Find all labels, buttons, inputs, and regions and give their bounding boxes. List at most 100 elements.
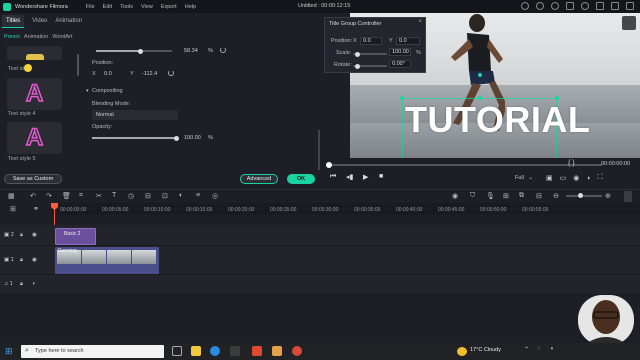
- visibility-icon[interactable]: ◉: [32, 257, 37, 263]
- tgc-close-icon[interactable]: ×: [418, 19, 422, 25]
- title-clip[interactable]: Basic 2: [55, 228, 96, 245]
- tab-wordart[interactable]: WordArt: [52, 34, 72, 40]
- adjust-icon[interactable]: ⊟: [145, 192, 151, 200]
- text-icon[interactable]: T: [112, 192, 116, 199]
- video-clip[interactable]: Running: [55, 247, 159, 274]
- maximize-icon[interactable]: [611, 2, 619, 10]
- close-icon[interactable]: [626, 2, 634, 10]
- preset-thumb-5[interactable]: A: [7, 122, 62, 154]
- render-preview-icon[interactable]: ▣: [546, 174, 553, 182]
- minimize-icon[interactable]: [596, 2, 604, 10]
- tab-titles[interactable]: Titles: [2, 14, 25, 28]
- redo-icon[interactable]: ↷: [46, 192, 52, 200]
- ok-button[interactable]: OK: [287, 174, 315, 184]
- snap-icon[interactable]: ⧉: [519, 192, 524, 200]
- fullscreen-icon[interactable]: ⛶: [598, 174, 603, 182]
- render-icon[interactable]: ◉: [452, 192, 458, 200]
- display-icon[interactable]: ▭: [560, 174, 567, 182]
- position-x-value[interactable]: 0.0: [104, 71, 112, 77]
- voiceover-icon[interactable]: 🎙: [486, 192, 495, 200]
- speaker-icon[interactable]: ◖: [550, 346, 554, 352]
- taskbar-search[interactable]: ⌕ Type here to search: [21, 345, 164, 358]
- menu-help[interactable]: Help: [185, 4, 196, 10]
- save-as-custom-button[interactable]: Save as Custom: [4, 174, 62, 184]
- mark-in-out[interactable]: { }: [568, 160, 575, 167]
- add-track-icon[interactable]: ⊞: [10, 205, 16, 213]
- volume-icon[interactable]: ◖: [586, 175, 590, 182]
- first-slider[interactable]: [96, 48, 172, 54]
- lock-icon[interactable]: 🔒︎: [20, 281, 23, 288]
- download-icon[interactable]: [581, 2, 589, 10]
- user-icon[interactable]: [536, 2, 544, 10]
- windows-start-icon[interactable]: ⊞: [5, 346, 13, 357]
- edge-icon[interactable]: [210, 346, 220, 356]
- previous-frame-icon[interactable]: ⏮: [330, 173, 336, 181]
- preset-thumb-4[interactable]: A: [7, 78, 62, 110]
- menu-edit[interactable]: Edit: [103, 4, 112, 10]
- properties-scrollbar[interactable]: [318, 130, 320, 170]
- filmora-taskbar-icon[interactable]: [252, 346, 262, 356]
- menu-view[interactable]: View: [141, 4, 153, 10]
- zoom-fit-icon[interactable]: ⊡: [162, 192, 168, 200]
- tgc-scale-slider[interactable]: [353, 51, 387, 57]
- tray-chevron-icon[interactable]: ⌃: [524, 346, 529, 353]
- opacity-slider-knob[interactable]: [173, 135, 179, 141]
- record-icon[interactable]: ◎: [212, 192, 218, 200]
- tab-preset[interactable]: Preset: [4, 34, 20, 40]
- link-tracks-icon[interactable]: ⚭: [33, 205, 39, 213]
- compositing-toggle-icon[interactable]: ▾: [86, 88, 89, 94]
- save-icon[interactable]: [566, 2, 574, 10]
- quality-dropdown[interactable]: Full ⌄: [515, 175, 543, 183]
- blending-mode-dropdown[interactable]: Normal ⌄: [92, 110, 178, 120]
- link-icon[interactable]: ⊟: [536, 192, 542, 200]
- lock-icon[interactable]: 🔒︎: [20, 257, 23, 264]
- preset-thumb-1[interactable]: [7, 46, 62, 60]
- zoom-out-icon[interactable]: ⊖: [553, 192, 559, 200]
- reset-position-icon[interactable]: [168, 70, 174, 76]
- tgc-scale-input[interactable]: 100.00: [389, 48, 411, 56]
- tgc-rotate-slider[interactable]: [353, 63, 387, 69]
- timeline-zoom-slider[interactable]: [566, 193, 602, 198]
- opacity-slider[interactable]: [92, 135, 179, 141]
- first-slider-knob[interactable]: [137, 48, 143, 54]
- menu-tools[interactable]: Tools: [120, 4, 133, 10]
- lightbulb-icon[interactable]: [521, 2, 529, 10]
- file-explorer-icon[interactable]: [191, 346, 201, 356]
- tgc-scale-knob[interactable]: [355, 51, 360, 57]
- panel-toggle-icon[interactable]: [624, 191, 632, 202]
- task-view-icon[interactable]: [172, 346, 182, 356]
- timeline-ruler[interactable]: 00:00:00:00 00:00:05:00 00:00:10:00 00:00:1…: [52, 203, 640, 215]
- menu-file[interactable]: File: [86, 4, 95, 10]
- tgc-y-input[interactable]: 0.0: [396, 37, 420, 45]
- play-icon[interactable]: ▶: [363, 173, 368, 181]
- network-icon[interactable]: ◌: [537, 346, 541, 352]
- chrome-icon[interactable]: [292, 346, 302, 356]
- step-back-icon[interactable]: ◂▮: [346, 173, 353, 181]
- timeline-empty-area[interactable]: [0, 295, 640, 343]
- volume-icon[interactable]: ◖: [32, 281, 35, 287]
- preset-scrollbar[interactable]: [77, 54, 79, 76]
- visibility-icon[interactable]: ◉: [32, 232, 37, 238]
- chat-icon[interactable]: [551, 2, 559, 10]
- color-icon[interactable]: ◐: [179, 192, 183, 199]
- opacity-value[interactable]: 100.00: [184, 135, 201, 141]
- preview-title-text[interactable]: TUTORIAL: [405, 99, 590, 141]
- app-icon[interactable]: [272, 346, 282, 356]
- crop-icon[interactable]: ⌗: [79, 192, 83, 200]
- mixer-icon[interactable]: ⊞: [503, 192, 509, 200]
- playback-progress[interactable]: [326, 162, 602, 168]
- zoom-in-icon[interactable]: ⊕: [605, 192, 611, 200]
- menu-export[interactable]: Export: [161, 4, 177, 10]
- tgc-rotate-input[interactable]: 0.00°: [389, 60, 411, 68]
- delete-icon[interactable]: 🗑: [62, 192, 71, 200]
- reset-icon[interactable]: [220, 47, 226, 53]
- tgc-x-input[interactable]: 0.0: [360, 37, 382, 45]
- store-icon[interactable]: [230, 346, 240, 356]
- lock-icon[interactable]: 🔒︎: [20, 232, 23, 239]
- rotate-handle[interactable]: [478, 73, 482, 77]
- timeline-zoom-knob[interactable]: [577, 193, 583, 198]
- marker-icon[interactable]: ⛉: [470, 192, 475, 200]
- position-y-value[interactable]: -112.4: [142, 71, 157, 77]
- undo-icon[interactable]: ↶: [30, 192, 36, 200]
- tab-animation[interactable]: Animation: [55, 18, 82, 24]
